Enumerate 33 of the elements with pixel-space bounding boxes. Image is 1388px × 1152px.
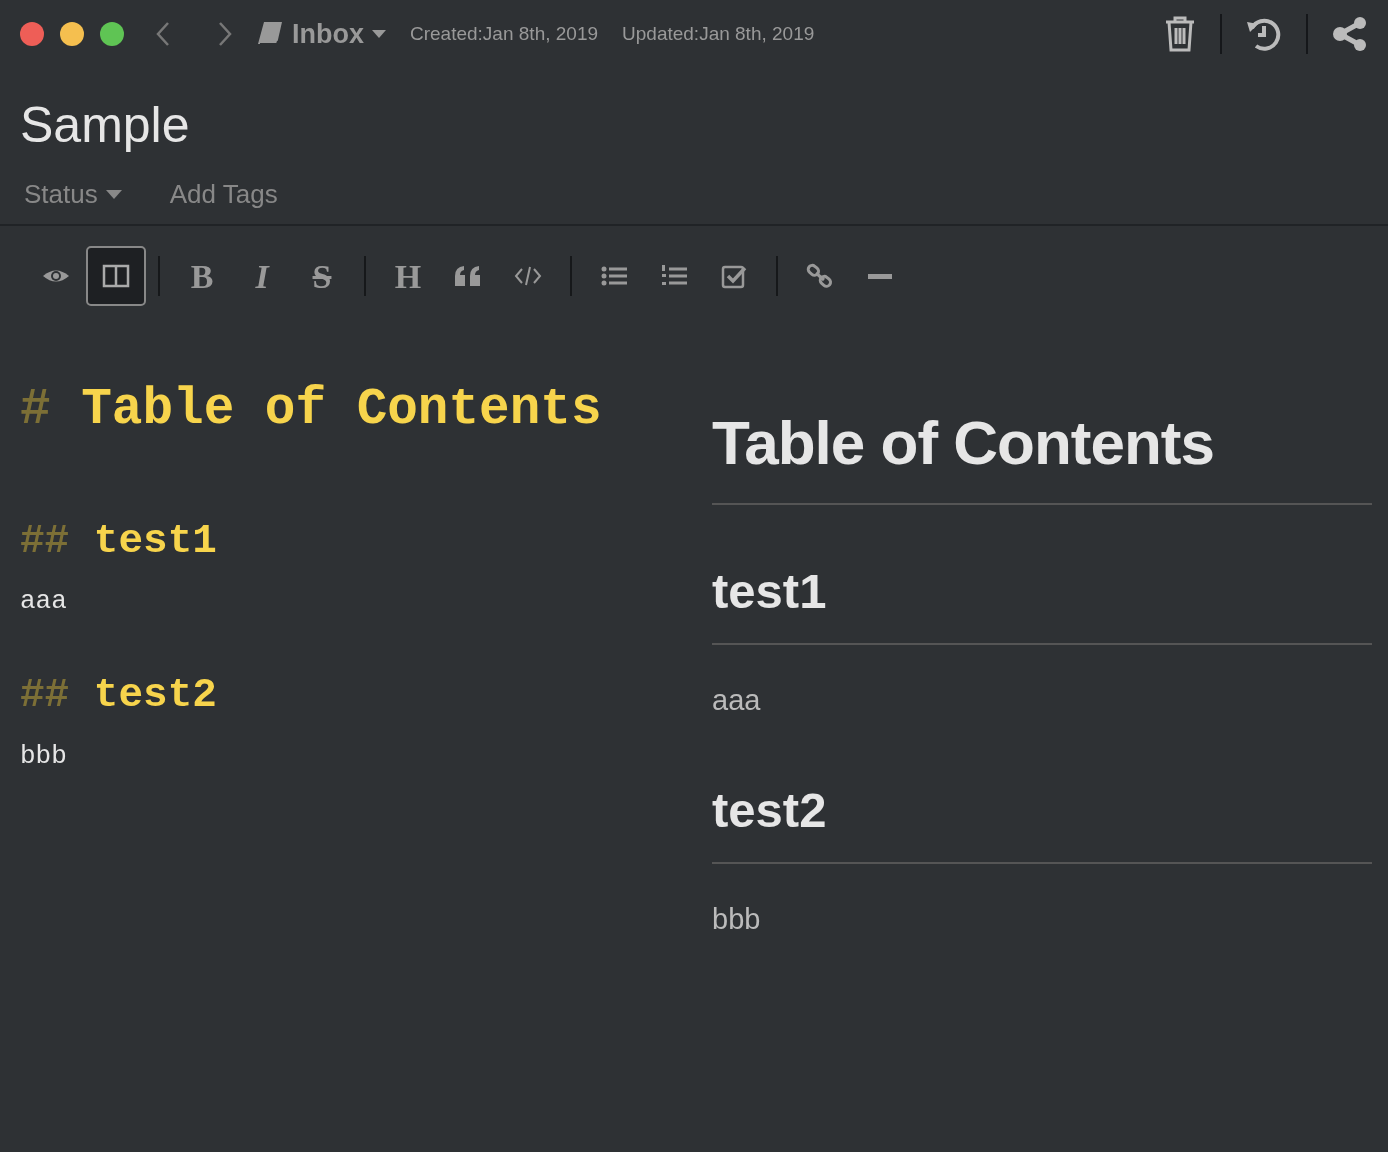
preview-heading: Table of Contents: [712, 396, 1372, 505]
trash-icon[interactable]: [1164, 16, 1196, 52]
history-icon[interactable]: [1246, 16, 1282, 52]
markdown-heading-line: ## test2: [20, 671, 218, 720]
markdown-text-line: aaa: [20, 585, 68, 618]
created-date: Created:Jan 8th, 2019: [410, 21, 599, 46]
window-control-button[interactable]: [20, 22, 44, 46]
preview-paragraph: bbb: [712, 901, 762, 937]
preview-paragraph: aaa: [712, 682, 762, 718]
notebook-name[interactable]: Inbox: [292, 13, 364, 55]
preview-subheading: test2: [712, 774, 1372, 864]
split-view-button[interactable]: [86, 246, 146, 306]
link-icon: [805, 261, 835, 291]
back-icon[interactable]: [156, 21, 170, 47]
markdown-heading-line: ## test1: [20, 516, 218, 566]
note-title[interactable]: Sample: [0, 68, 1388, 153]
italic-button[interactable]: I: [232, 246, 292, 306]
updated-date: Updated:Jan 8th, 2019: [622, 21, 815, 46]
markdown-text-line: bbb: [20, 739, 68, 773]
caret-icon[interactable]: [372, 30, 386, 38]
share-icon[interactable]: [1332, 16, 1368, 52]
caret-icon[interactable]: [105, 190, 122, 199]
forward-icon[interactable]: [218, 21, 232, 47]
heading-button[interactable]: H: [378, 246, 438, 306]
quote-icon: [455, 266, 481, 286]
window-control-button[interactable]: [100, 22, 124, 46]
tag-input[interactable]: Add Tags: [169, 175, 278, 214]
markdown-heading-line: # Table of Contents: [20, 380, 603, 440]
window-control-button[interactable]: [60, 22, 84, 46]
status-dropdown[interactable]: Status: [24, 175, 98, 214]
bold-button[interactable]: B: [172, 246, 232, 306]
preview-subheading: test1: [712, 555, 1372, 645]
strikethrough-button[interactable]: S: [292, 246, 352, 306]
